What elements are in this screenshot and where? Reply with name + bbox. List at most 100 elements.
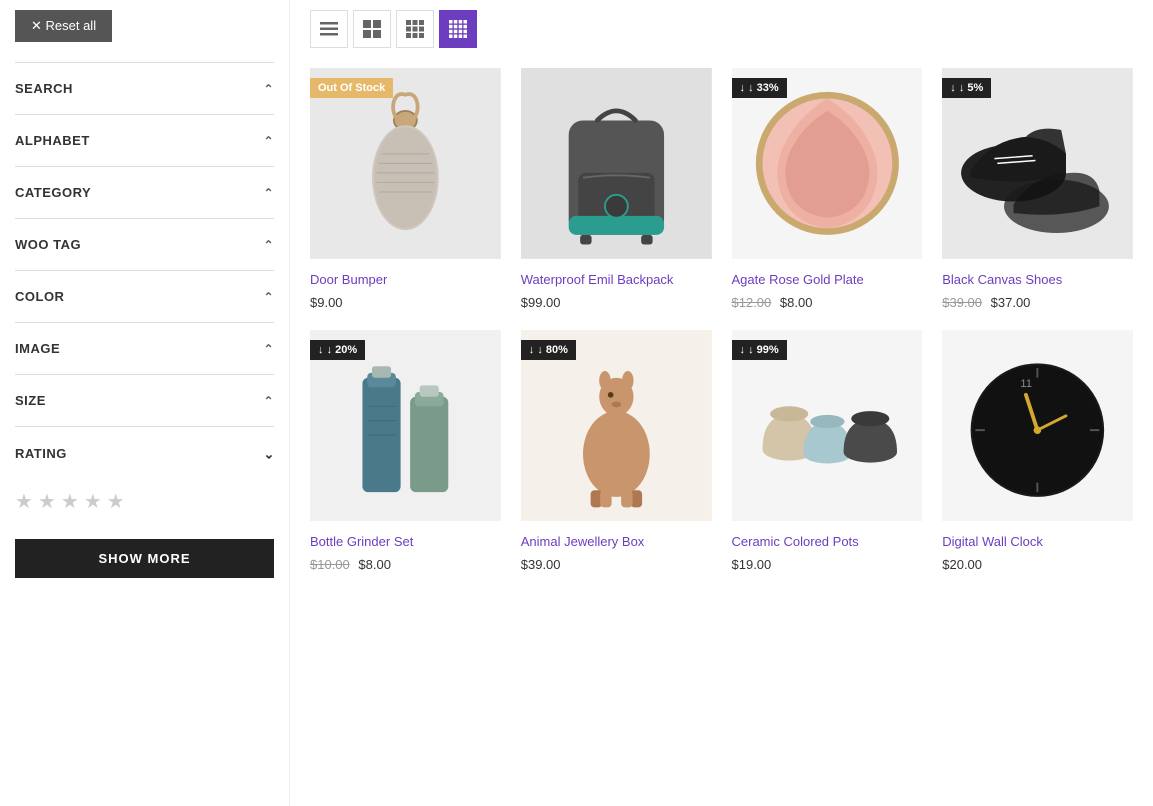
discount-badge: ↓ 33% bbox=[732, 78, 787, 98]
product-card: ↓ 99% bbox=[732, 330, 923, 572]
price-regular: $9.00 bbox=[310, 295, 343, 310]
filter-search-label: SEARCH bbox=[15, 81, 73, 96]
filter-rating-label: RATING bbox=[15, 446, 67, 461]
price-regular: $39.00 bbox=[521, 557, 561, 572]
product-name[interactable]: Black Canvas Shoes bbox=[942, 271, 1133, 289]
product-image-jewellery: ↓ 80% bbox=[521, 330, 712, 521]
filter-category: CATEGORY ⌃ bbox=[15, 166, 274, 218]
filter-category-header[interactable]: CATEGORY ⌃ bbox=[15, 167, 274, 218]
svg-text:11: 11 bbox=[1020, 378, 1032, 390]
discount-badge: ↓ 5% bbox=[942, 78, 991, 98]
chevron-down-icon: ⌃ bbox=[263, 290, 274, 304]
product-card: Waterproof Emil Backpack $99.00 bbox=[521, 68, 712, 310]
product-name[interactable]: Door Bumper bbox=[310, 271, 501, 289]
product-name[interactable]: Digital Wall Clock bbox=[942, 533, 1133, 551]
reset-all-button[interactable]: ✕ Reset all bbox=[15, 10, 112, 42]
product-link[interactable]: Agate Rose Gold Plate bbox=[732, 272, 864, 287]
filter-search: SEARCH ⌃ bbox=[15, 62, 274, 114]
chevron-down-icon: ⌃ bbox=[263, 238, 274, 252]
product-name[interactable]: Waterproof Emil Backpack bbox=[521, 271, 712, 289]
price-original: $39.00 bbox=[942, 295, 982, 310]
chevron-up-icon: ⌃ bbox=[263, 445, 274, 461]
chevron-down-icon: ⌃ bbox=[263, 342, 274, 356]
product-image-grinder: ↓ 20% bbox=[310, 330, 501, 521]
product-card: ↓ 5% Bl bbox=[942, 68, 1133, 310]
price-original: $12.00 bbox=[732, 295, 772, 310]
view-grid2-button[interactable] bbox=[353, 10, 391, 48]
filter-rating: RATING ⌃ ★ ★ ★ ★ ★ bbox=[15, 426, 274, 529]
star-1[interactable]: ★ bbox=[15, 489, 33, 514]
price-regular: $19.00 bbox=[732, 557, 772, 572]
filter-woo-tag-header[interactable]: WOO TAG ⌃ bbox=[15, 219, 274, 270]
filter-size-header[interactable]: SIZE ⌃ bbox=[15, 375, 274, 426]
filter-alphabet: ALPHABET ⌃ bbox=[15, 114, 274, 166]
filter-color: COLOR ⌃ bbox=[15, 270, 274, 322]
product-image-door-bumper: Out Of Stock bbox=[310, 68, 501, 259]
product-link[interactable]: Digital Wall Clock bbox=[942, 534, 1043, 549]
filter-size-label: SIZE bbox=[15, 393, 46, 408]
view-toggles bbox=[310, 10, 1133, 48]
product-link[interactable]: Animal Jewellery Box bbox=[521, 534, 645, 549]
product-name[interactable]: Ceramic Colored Pots bbox=[732, 533, 923, 551]
filter-alphabet-header[interactable]: ALPHABET ⌃ bbox=[15, 115, 274, 166]
star-5[interactable]: ★ bbox=[107, 489, 125, 514]
product-link[interactable]: Bottle Grinder Set bbox=[310, 534, 413, 549]
filter-search-header[interactable]: SEARCH ⌃ bbox=[15, 63, 274, 114]
filter-color-header[interactable]: COLOR ⌃ bbox=[15, 271, 274, 322]
view-list-button[interactable] bbox=[310, 10, 348, 48]
rating-stars[interactable]: ★ ★ ★ ★ ★ bbox=[15, 479, 274, 529]
product-link[interactable]: Waterproof Emil Backpack bbox=[521, 272, 674, 287]
chevron-down-icon: ⌃ bbox=[263, 394, 274, 408]
product-grid: Out Of Stock bbox=[310, 68, 1133, 572]
filter-category-label: CATEGORY bbox=[15, 185, 91, 200]
product-link[interactable]: Door Bumper bbox=[310, 272, 387, 287]
discount-badge: ↓ 80% bbox=[521, 340, 576, 360]
main-content: Out Of Stock bbox=[290, 0, 1153, 806]
price-sale: $37.00 bbox=[991, 295, 1031, 310]
product-name[interactable]: Agate Rose Gold Plate bbox=[732, 271, 923, 289]
filter-color-label: COLOR bbox=[15, 289, 64, 304]
price-regular: $99.00 bbox=[521, 295, 561, 310]
discount-badge: ↓ 20% bbox=[310, 340, 365, 360]
filter-rating-header[interactable]: RATING ⌃ bbox=[15, 427, 274, 479]
discount-badge: ↓ 99% bbox=[732, 340, 787, 360]
product-image-shoes: ↓ 5% bbox=[942, 68, 1133, 259]
price-sale: $8.00 bbox=[358, 557, 391, 572]
sidebar: ✕ Reset all SEARCH ⌃ ALPHABET ⌃ CATEGORY… bbox=[0, 0, 290, 806]
product-price: $20.00 bbox=[942, 557, 1133, 572]
star-2[interactable]: ★ bbox=[38, 489, 56, 514]
product-price: $19.00 bbox=[732, 557, 923, 572]
star-3[interactable]: ★ bbox=[61, 489, 79, 514]
product-link[interactable]: Black Canvas Shoes bbox=[942, 272, 1062, 287]
product-price: $12.00 $8.00 bbox=[732, 295, 923, 310]
price-regular: $20.00 bbox=[942, 557, 982, 572]
star-4[interactable]: ★ bbox=[84, 489, 102, 514]
product-card: Out Of Stock bbox=[310, 68, 501, 310]
product-card: ↓ 33% Agate Rose Gold Plate bbox=[732, 68, 923, 310]
view-grid4-button[interactable] bbox=[439, 10, 477, 48]
filter-size: SIZE ⌃ bbox=[15, 374, 274, 426]
product-name[interactable]: Bottle Grinder Set bbox=[310, 533, 501, 551]
filter-image-header[interactable]: IMAGE ⌃ bbox=[15, 323, 274, 374]
product-price: $39.00 $37.00 bbox=[942, 295, 1133, 310]
chevron-down-icon: ⌃ bbox=[263, 82, 274, 96]
product-price: $39.00 bbox=[521, 557, 712, 572]
product-card: 11 Digital Wall Clock $20.00 bbox=[942, 330, 1133, 572]
price-original: $10.00 bbox=[310, 557, 350, 572]
filter-image-label: IMAGE bbox=[15, 341, 60, 356]
product-name[interactable]: Animal Jewellery Box bbox=[521, 533, 712, 551]
product-card: ↓ 20% bbox=[310, 330, 501, 572]
product-image-clock: 11 bbox=[942, 330, 1133, 521]
filter-woo-tag: WOO TAG ⌃ bbox=[15, 218, 274, 270]
product-image-pots: ↓ 99% bbox=[732, 330, 923, 521]
price-sale: $8.00 bbox=[780, 295, 813, 310]
view-grid3-button[interactable] bbox=[396, 10, 434, 48]
show-more-button[interactable]: SHOW MORE bbox=[15, 539, 274, 578]
product-price: $10.00 $8.00 bbox=[310, 557, 501, 572]
product-link[interactable]: Ceramic Colored Pots bbox=[732, 534, 859, 549]
product-card: ↓ 80% bbox=[521, 330, 712, 572]
filter-woo-tag-label: WOO TAG bbox=[15, 237, 81, 252]
product-image-backpack bbox=[521, 68, 712, 259]
filter-image: IMAGE ⌃ bbox=[15, 322, 274, 374]
filter-alphabet-label: ALPHABET bbox=[15, 133, 90, 148]
